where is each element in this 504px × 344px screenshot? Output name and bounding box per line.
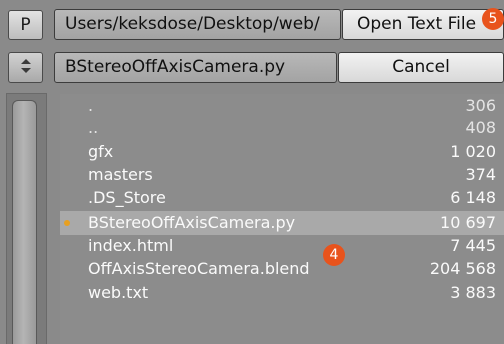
parent-button[interactable]: P — [8, 10, 43, 40]
scrollbar-thumb[interactable] — [12, 100, 37, 344]
file-name: OffAxisStereoCamera.blend — [88, 259, 310, 278]
file-list-row[interactable]: masters 374 — [60, 163, 504, 187]
file-size: 408 — [465, 118, 496, 137]
file-list-row[interactable]: gfx 1 020 — [60, 140, 504, 164]
file-size: 3 883 — [450, 283, 496, 302]
file-size: 10 697 — [440, 213, 496, 232]
file-size: 6 148 — [450, 188, 496, 207]
file-list-row[interactable]: .. 408 — [60, 116, 504, 140]
file-size: 374 — [465, 165, 496, 184]
file-name: gfx — [88, 142, 114, 161]
annotation-badge-open: 5 — [482, 8, 504, 30]
annotation-badge-file: 4 — [323, 244, 345, 266]
file-name: BStereoOffAxisCamera.py — [88, 213, 296, 232]
file-size: 306 — [465, 96, 496, 115]
file-size: 1 020 — [450, 142, 496, 161]
open-text-file-button[interactable]: Open Text File — [342, 9, 504, 40]
file-list-row[interactable]: BStereoOffAxisCamera.py 10 697 — [60, 211, 504, 235]
file-list-row[interactable]: . 306 — [60, 94, 504, 118]
file-list-row[interactable]: OffAxisStereoCamera.blend 204 568 — [60, 257, 504, 281]
directory-path-field[interactable]: Users/keksdose/Desktop/web/ — [54, 9, 341, 40]
filename-field[interactable]: BStereoOffAxisCamera.py — [54, 52, 337, 83]
selected-dot-icon — [64, 220, 70, 226]
sort-toggle-button[interactable] — [8, 52, 43, 83]
file-list-row[interactable]: .DS_Store 6 148 — [60, 186, 504, 210]
parent-button-label: P — [20, 15, 31, 35]
cancel-button[interactable]: Cancel — [338, 52, 504, 83]
file-name: masters — [88, 165, 153, 184]
file-name: index.html — [88, 236, 174, 255]
file-name: web.txt — [88, 283, 149, 302]
file-name: .. — [88, 118, 99, 137]
file-list: . 306.. 408 gfx 1 020 masters 374 .DS_Store 6 14… — [60, 94, 504, 344]
file-list-row[interactable]: web.txt 3 883 — [60, 281, 504, 305]
file-name: . — [88, 96, 94, 115]
file-list-row[interactable]: index.html 7 445 — [60, 234, 504, 258]
file-size: 204 568 — [429, 259, 496, 278]
file-size: 7 445 — [450, 236, 496, 255]
file-name: .DS_Store — [88, 188, 166, 207]
updown-arrows-icon — [20, 58, 32, 78]
